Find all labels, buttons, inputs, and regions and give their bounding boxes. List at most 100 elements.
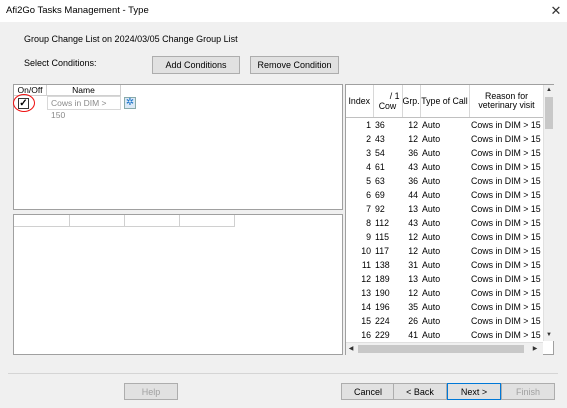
row-cow: 117 xyxy=(375,245,390,256)
row-reason: Cows in DIM > 15 xyxy=(471,161,541,172)
table-row[interactable]: 16 229 41 Auto Cows in DIM > 15 xyxy=(346,328,544,342)
table-row[interactable]: 3 54 36 Auto Cows in DIM > 15 xyxy=(346,146,544,160)
finish-button[interactable]: Finish xyxy=(501,383,555,400)
condition-settings-icon[interactable]: ✲ xyxy=(124,97,136,109)
condition-row[interactable]: ✓ Cows in DIM > 150 ✲ xyxy=(13,94,342,120)
row-reason: Cows in DIM > 15 xyxy=(471,189,541,200)
details-column-header[interactable] xyxy=(180,215,235,227)
table-row[interactable]: 5 63 36 Auto Cows in DIM > 15 xyxy=(346,174,544,188)
details-column-header[interactable] xyxy=(14,215,70,227)
row-cow: 112 xyxy=(375,217,390,228)
remove-condition-button[interactable]: Remove Condition xyxy=(250,56,339,74)
row-cow: 224 xyxy=(375,315,390,326)
horizontal-scrollbar[interactable]: ◀ ▶ xyxy=(346,342,543,355)
table-row[interactable]: 8 112 43 Auto Cows in DIM > 15 xyxy=(346,216,544,230)
highlight-circle xyxy=(13,94,35,112)
row-type-of-call: Auto xyxy=(422,217,441,228)
row-type-of-call: Auto xyxy=(422,245,441,256)
row-type-of-call: Auto xyxy=(422,273,441,284)
row-type-of-call: Auto xyxy=(422,161,441,172)
column-header-reason[interactable]: Reason for veterinary visit xyxy=(469,85,545,118)
row-cow: 138 xyxy=(375,259,390,270)
row-index: 12 xyxy=(361,273,371,284)
row-cow: 190 xyxy=(375,287,390,298)
row-reason: Cows in DIM > 15 xyxy=(471,147,541,158)
row-group: 36 xyxy=(408,147,418,158)
add-conditions-button[interactable]: Add Conditions xyxy=(152,56,240,74)
details-column-header[interactable] xyxy=(125,215,180,227)
scrollbar-thumb[interactable] xyxy=(545,97,553,129)
row-reason: Cows in DIM > 15 xyxy=(471,315,541,326)
row-group: 43 xyxy=(408,217,418,228)
row-type-of-call: Auto xyxy=(422,315,441,326)
row-reason: Cows in DIM > 15 xyxy=(471,231,541,242)
column-header-index[interactable]: Index xyxy=(346,85,374,118)
scrollbar-thumb[interactable] xyxy=(358,345,524,353)
row-group: 36 xyxy=(408,175,418,186)
column-header-type-of-call[interactable]: Type of Call xyxy=(420,85,470,118)
scroll-left-icon[interactable]: ◀ xyxy=(346,344,356,355)
table-row[interactable]: 15 224 26 Auto Cows in DIM > 15 xyxy=(346,314,544,328)
scroll-right-icon[interactable]: ▶ xyxy=(530,344,540,355)
row-index: 8 xyxy=(366,217,371,228)
row-cow: 54 xyxy=(375,147,385,158)
help-button[interactable]: Help xyxy=(124,383,178,400)
row-cow: 92 xyxy=(375,203,385,214)
table-row[interactable]: 1 36 12 Auto Cows in DIM > 15 xyxy=(346,117,544,132)
table-row[interactable]: 2 43 12 Auto Cows in DIM > 15 xyxy=(346,132,544,146)
table-row[interactable]: 14 196 35 Auto Cows in DIM > 15 xyxy=(346,300,544,314)
details-list xyxy=(13,214,343,355)
row-cow: 63 xyxy=(375,175,385,186)
row-group: 41 xyxy=(408,329,418,340)
row-reason: Cows in DIM > 15 xyxy=(471,259,541,270)
table-row[interactable]: 6 69 44 Auto Cows in DIM > 15 xyxy=(346,188,544,202)
row-reason: Cows in DIM > 15 xyxy=(471,245,541,256)
row-reason: Cows in DIM > 15 xyxy=(471,119,541,130)
row-type-of-call: Auto xyxy=(422,133,441,144)
row-index: 15 xyxy=(361,315,371,326)
row-reason: Cows in DIM > 15 xyxy=(471,301,541,312)
table-row[interactable]: 12 189 13 Auto Cows in DIM > 15 xyxy=(346,272,544,286)
animals-grid: Index / 1 Cow Grp. Type of Call Reason fo… xyxy=(345,84,554,355)
row-type-of-call: Auto xyxy=(422,147,441,158)
cancel-button[interactable]: Cancel xyxy=(341,383,395,400)
row-group: 12 xyxy=(408,287,418,298)
row-reason: Cows in DIM > 15 xyxy=(471,273,541,284)
row-type-of-call: Auto xyxy=(422,203,441,214)
column-header-cow[interactable]: / 1 Cow xyxy=(373,85,403,118)
table-row[interactable]: 13 190 12 Auto Cows in DIM > 15 xyxy=(346,286,544,300)
next-button[interactable]: Next > xyxy=(447,383,501,400)
vertical-scrollbar[interactable]: ▲ ▼ xyxy=(543,85,554,341)
select-conditions-label: Select Conditions: xyxy=(24,58,97,68)
row-cow: 61 xyxy=(375,161,385,172)
row-group: 35 xyxy=(408,301,418,312)
row-group: 44 xyxy=(408,189,418,200)
animals-table: Index / 1 Cow Grp. Type of Call Reason fo… xyxy=(346,85,545,342)
scroll-down-icon[interactable]: ▼ xyxy=(544,330,554,341)
row-type-of-call: Auto xyxy=(422,175,441,186)
row-cow: 189 xyxy=(375,273,390,284)
table-row[interactable]: 10 117 12 Auto Cows in DIM > 15 xyxy=(346,244,544,258)
table-row[interactable]: 4 61 43 Auto Cows in DIM > 15 xyxy=(346,160,544,174)
column-header-name[interactable]: Name xyxy=(47,85,121,96)
column-header-group[interactable]: Grp. xyxy=(402,85,421,118)
row-group: 13 xyxy=(408,273,418,284)
details-column-header[interactable] xyxy=(70,215,125,227)
row-type-of-call: Auto xyxy=(422,231,441,242)
condition-name: Cows in DIM > 150 xyxy=(47,96,121,120)
row-group: 12 xyxy=(408,119,418,130)
row-group: 26 xyxy=(408,315,418,326)
table-row[interactable]: 11 138 31 Auto Cows in DIM > 15 xyxy=(346,258,544,272)
row-cow: 229 xyxy=(375,329,390,340)
table-row[interactable]: 7 92 13 Auto Cows in DIM > 15 xyxy=(346,202,544,216)
row-group: 12 xyxy=(408,133,418,144)
row-type-of-call: Auto xyxy=(422,329,441,340)
table-row[interactable]: 9 115 12 Auto Cows in DIM > 15 xyxy=(346,230,544,244)
scroll-up-icon[interactable]: ▲ xyxy=(544,85,554,96)
back-button[interactable]: < Back xyxy=(393,383,447,400)
title-bar: Afi2Go Tasks Management - Type ✕ xyxy=(0,0,567,22)
row-reason: Cows in DIM > 15 xyxy=(471,133,541,144)
close-icon[interactable]: ✕ xyxy=(548,3,564,19)
row-type-of-call: Auto xyxy=(422,119,441,130)
list-title: Group Change List on 2024/03/05 Change G… xyxy=(24,34,238,44)
